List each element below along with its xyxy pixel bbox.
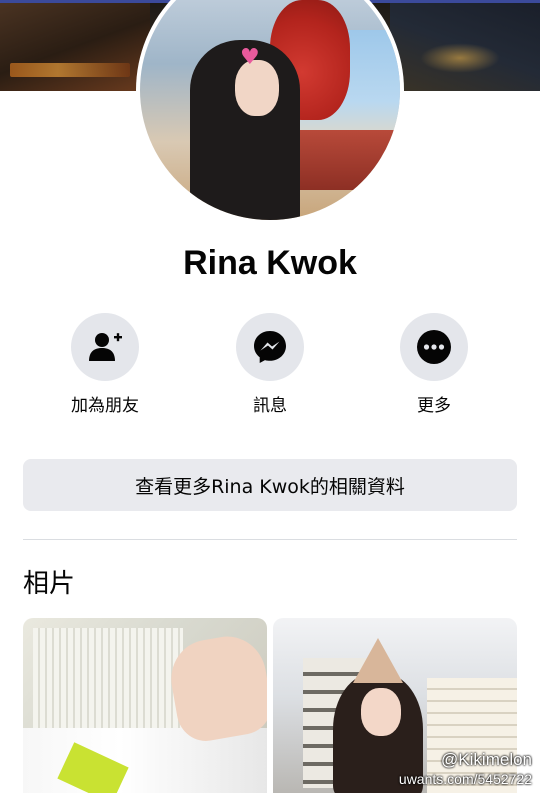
more-options-button[interactable]: 更多: [374, 313, 494, 416]
more-icon: [417, 330, 451, 364]
see-more-about-button[interactable]: 查看更多Rina Kwok的相關資料: [23, 459, 517, 511]
cover-photo-right: [390, 3, 540, 91]
add-friend-icon-circle[interactable]: [71, 313, 139, 381]
heart-sticker-icon: ♥: [240, 45, 260, 70]
profile-picture-image: ♥: [140, 0, 400, 220]
profile-picture[interactable]: ♥: [136, 0, 404, 224]
cover-photo-left: [0, 3, 150, 91]
watermark-url: uwants.com/5452722: [398, 771, 532, 787]
more-label: 更多: [417, 396, 451, 416]
messenger-icon: [254, 331, 286, 363]
photos-section-title: 相片: [23, 569, 76, 599]
more-icon-circle[interactable]: [400, 313, 468, 381]
add-friend-button[interactable]: 加為朋友: [45, 313, 165, 416]
profile-name: Rina Kwok: [183, 244, 357, 282]
photo-uniform: [23, 728, 267, 793]
message-button[interactable]: 訊息: [210, 313, 330, 416]
photo-face: [361, 688, 401, 736]
message-icon-circle[interactable]: [236, 313, 304, 381]
section-divider: [23, 539, 517, 540]
add-friend-label: 加為朋友: [71, 396, 139, 416]
watermark-handle: @Kikimelon: [441, 750, 532, 769]
message-label: 訊息: [253, 396, 287, 416]
add-friend-icon: [89, 333, 122, 361]
photo-thumbnail[interactable]: [23, 618, 267, 793]
